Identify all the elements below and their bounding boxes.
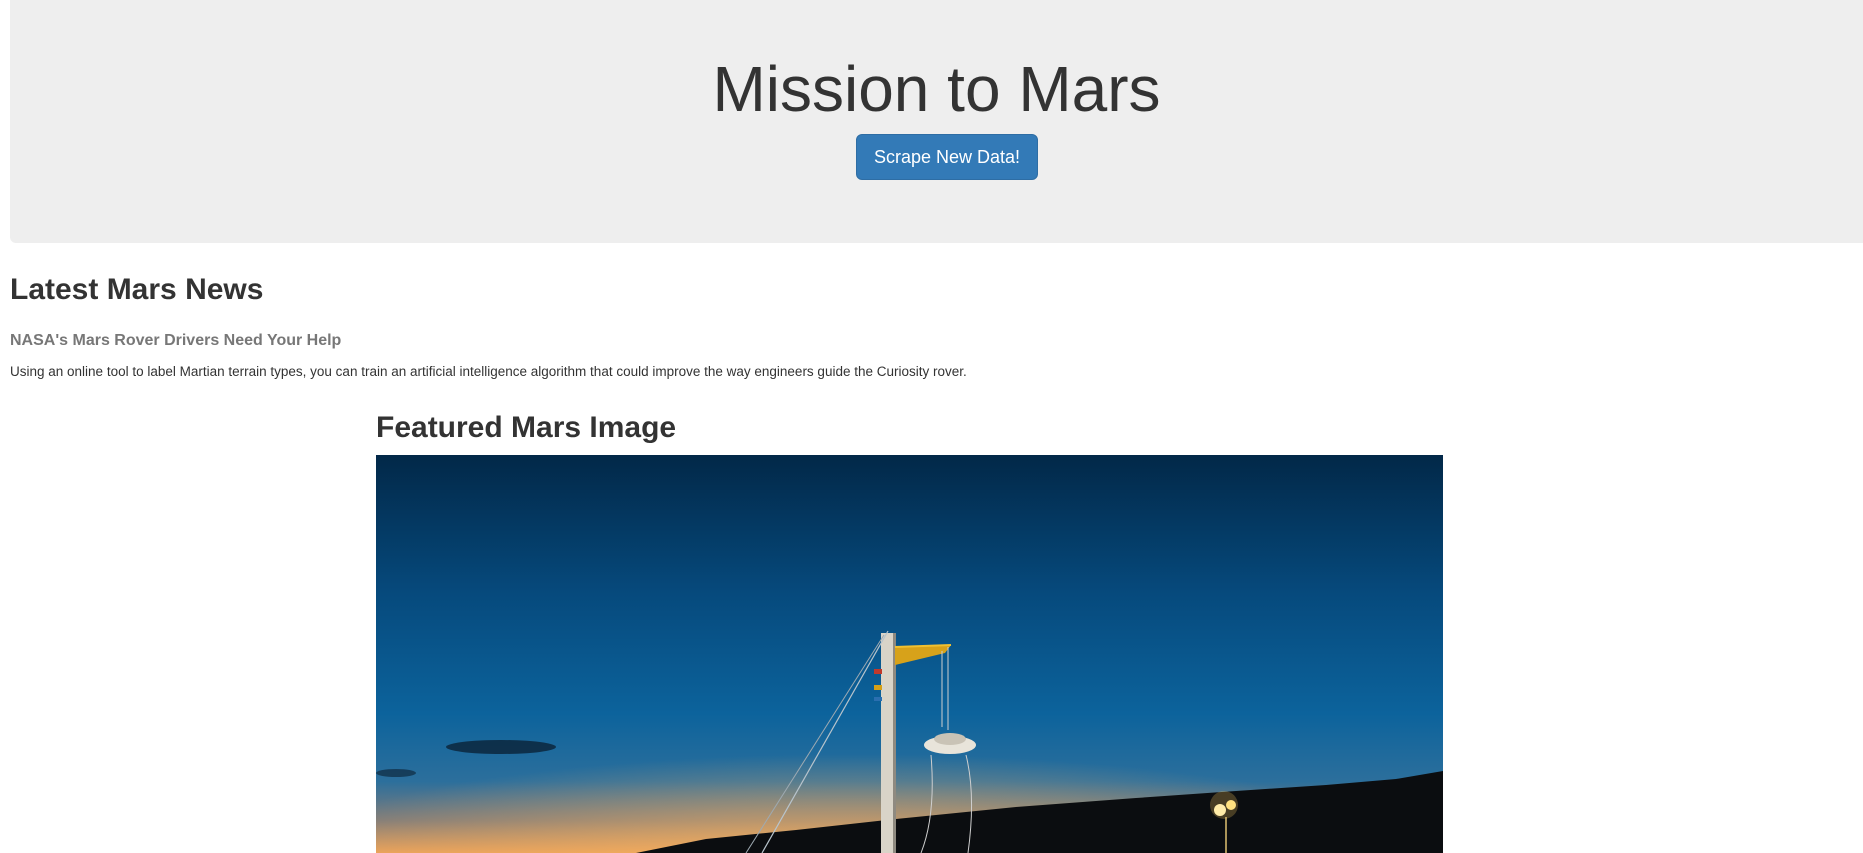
news-title: NASA's Mars Rover Drivers Need Your Help [10, 332, 342, 349]
featured-image-heading: Featured Mars Image [376, 411, 677, 444]
jumbotron-header: Mission to Mars Scrape New Data! [10, 0, 1863, 243]
featured-mars-image[interactable] [376, 455, 1443, 853]
latest-news-heading: Latest Mars News [10, 273, 264, 306]
scrape-new-data-button[interactable]: Scrape New Data! [856, 134, 1038, 180]
news-paragraph: Using an online tool to label Martian te… [10, 364, 967, 379]
page-title: Mission to Mars [712, 53, 1161, 125]
featured-image-photo [376, 455, 1443, 853]
